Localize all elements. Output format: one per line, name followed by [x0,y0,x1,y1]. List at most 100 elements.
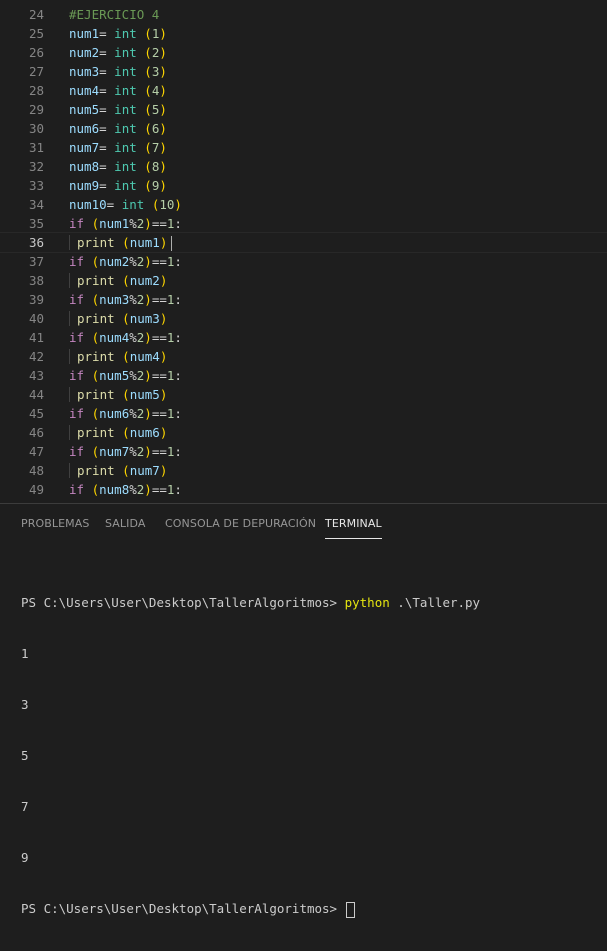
code-token: ) [144,368,152,383]
code-text: if (num5%2)==1: [69,366,182,385]
code-token: : [174,254,182,269]
code-line[interactable]: 24 #EJERCICIO 4 [0,5,607,24]
code-line[interactable]: 31 num7= int (7) [0,138,607,157]
code-text: num7= int (7) [69,138,167,157]
code-token: ) [144,292,152,307]
indent-guide [69,235,70,250]
code-token: ) [159,102,167,117]
code-token: = [99,121,115,136]
code-line[interactable]: 45 if (num6%2)==1: [0,404,607,423]
code-line[interactable]: 38 print (num2) [0,271,607,290]
code-line[interactable]: 35 if (num1%2)==1: [0,214,607,233]
code-line[interactable]: 36 print (num1) [0,232,607,253]
code-line[interactable]: 33 num9= int (9) [0,176,607,195]
code-line[interactable]: 44 print (num5) [0,385,607,404]
line-number: 48 [28,463,44,478]
code-line[interactable]: 49 if (num8%2)==1: [0,480,607,499]
code-line[interactable]: 42 print (num4) [0,347,607,366]
code-token: ) [144,330,152,345]
line-number: 40 [28,311,44,326]
code-text: num8= int (8) [69,157,167,176]
code-line[interactable]: 39 if (num3%2)==1: [0,290,607,309]
code-line[interactable]: 46 print (num6) [0,423,607,442]
line-number: 30 [28,121,44,136]
code-token: ) [159,273,168,288]
code-token: ( [122,387,130,402]
code-line[interactable]: 30 num6= int (6) [0,119,607,138]
code-token: = [99,64,115,79]
code-token: ) [144,406,152,421]
code-line[interactable]: 29 num5= int (5) [0,100,607,119]
code-line[interactable]: 34 num10= int (10) [0,195,607,214]
code-line[interactable]: 41 if (num4%2)==1: [0,328,607,347]
code-line[interactable]: 47 if (num7%2)==1: [0,442,607,461]
code-line[interactable]: 32 num8= int (8) [0,157,607,176]
line-number: 35 [28,216,44,231]
code-token: num2 [129,273,160,288]
code-token: print [77,235,115,250]
line-number: 25 [28,26,44,41]
code-token: ) [159,64,167,79]
code-token: num8 [69,159,100,174]
code-line[interactable]: 27 num3= int (3) [0,62,607,81]
code-token: ) [159,235,168,250]
code-line[interactable]: 28 num4= int (4) [0,81,607,100]
code-token: num7 [99,444,130,459]
indent-guide [69,273,70,288]
code-token: % [129,292,137,307]
code-token: ) [159,349,168,364]
code-token: if [69,254,85,269]
code-editor[interactable]: 24 #EJERCICIO 4 25 num1= int (1) 26 num2= int… [0,0,607,503]
code-token: num6 [69,121,100,136]
code-token: if [69,406,85,421]
code-token: num4 [99,330,130,345]
line-number: 32 [28,159,44,174]
terminal-output-line: 9 [21,850,29,865]
tab-terminal[interactable]: TERMINAL [325,517,382,539]
code-token: ) [159,387,168,402]
code-line[interactable]: 48 print (num7) [0,461,607,480]
code-token: ( [91,482,100,497]
code-line[interactable]: 43 if (num5%2)==1: [0,366,607,385]
line-number: 44 [28,387,44,402]
tab-consola-depuracion[interactable]: CONSOLA DE DEPURACIÓN [165,517,316,530]
code-token: ( [144,121,152,136]
line-number: 45 [28,406,44,421]
code-line[interactable]: 37 if (num2%2)==1: [0,252,607,271]
code-token: if [69,444,85,459]
code-token: ) [159,425,168,440]
code-token: ) [159,311,168,326]
terminal-input-line[interactable]: PS C:\Users\User\Desktop\TallerAlgoritmo… [21,900,480,918]
code-token: ( [91,292,100,307]
code-line[interactable]: 40 print (num3) [0,309,607,328]
code-token: num5 [69,102,100,117]
code-line[interactable]: 26 num2= int (2) [0,43,607,62]
code-token: num2 [99,254,130,269]
terminal-cursor [345,901,355,918]
code-token: == [151,444,167,459]
bottom-panel: PROBLEMAS SALIDA CONSOLA DE DEPURACIÓN T… [0,503,607,918]
code-token: print [77,349,115,364]
tab-problemas[interactable]: PROBLEMAS [21,517,89,530]
code-token: ( [144,178,152,193]
code-token: num1 [99,216,130,231]
code-token: num10 [69,197,107,212]
code-token: : [174,368,182,383]
terminal-prompt: PS C:\Users\User\Desktop\TallerAlgoritmo… [21,595,345,610]
code-token: ( [144,140,152,155]
tab-salida[interactable]: SALIDA [105,517,146,530]
code-token: : [174,482,182,497]
code-token: ) [144,254,152,269]
code-token: if [69,368,85,383]
code-token: ) [159,121,167,136]
code-token: num4 [129,349,160,364]
line-number: 37 [28,254,44,269]
code-token: num3 [69,64,100,79]
line-number: 27 [28,64,44,79]
line-number: 31 [28,140,44,155]
code-line[interactable]: 25 num1= int (1) [0,24,607,43]
terminal-output[interactable]: PS C:\Users\User\Desktop\TallerAlgoritmo… [21,560,480,951]
code-token: : [174,330,182,345]
code-token: : [174,216,182,231]
